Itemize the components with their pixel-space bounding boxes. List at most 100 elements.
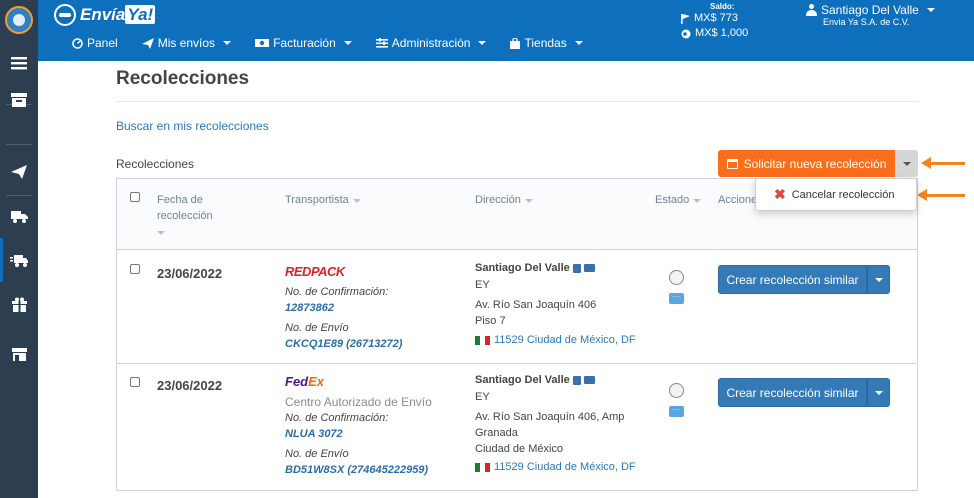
annotation-arrow [917,189,965,201]
chevron-down-icon [874,390,883,395]
row-actions-dropdown-toggle[interactable] [867,378,890,407]
address-city-text: 11529 Ciudad de México, DF [494,461,636,473]
address-line3: Ciudad de México [475,443,564,455]
chevron-down-icon [223,41,232,45]
truck-icon[interactable] [0,201,38,231]
column-carrier-label: Transportista [285,194,349,206]
table-row: 23/06/2022 REDPACK No. de Confirmación: … [117,251,917,364]
address-city: 11529 Ciudad de México, DF [475,461,636,473]
table-row: 23/06/2022 FedEx Centro Autorizado de En… [117,365,917,490]
contact-name: Santiago Del Valle [475,374,595,386]
shopping-bag-icon [510,37,521,49]
address-street: Av. Río San Joaquín 406, Amp [475,411,625,423]
gift-icon[interactable] [0,289,38,319]
menu-icon[interactable] [0,48,38,78]
clock-icon [669,270,684,285]
column-status-label: Estado [655,194,690,206]
confirmation-number[interactable]: NLUA 3072 [285,428,343,440]
column-address[interactable]: Dirección [475,192,533,208]
chevron-down-icon [874,277,883,282]
address-line2: Granada [475,427,518,439]
comment-icon[interactable]: ··· [669,293,684,304]
phone-icon [572,375,581,385]
user-menu[interactable]: Santiago Del Valle Envia Ya S.A. de C.V. [806,3,935,27]
shipment-number[interactable]: BD51W8SX (274645222959) [285,464,428,476]
address-city-text: 11529 Ciudad de México, DF [494,334,636,346]
company-name: EY [475,279,490,291]
chevron-down-icon [343,41,352,45]
mexico-flag-icon [475,462,490,472]
sort-icon [157,231,165,235]
company-name: EY [475,391,490,403]
nav-tiendas[interactable]: Tiendas [510,36,583,50]
balance-panel: Saldo: MX$ 773 MX$ 1,000 [681,3,748,41]
brand-name: Envía [80,5,126,24]
delivery-truck-icon[interactable] [0,245,38,275]
mexico-flag-icon [475,335,490,345]
confirmation-label: No. de Confirmación: [285,286,389,298]
email-icon [583,264,595,272]
balance-secondary: MX$ 1,000 [695,27,749,39]
nav-facturacion[interactable]: Facturación [255,36,352,50]
column-date-line2: recolección [157,210,213,222]
app-logo-icon[interactable] [5,6,33,34]
calendar-icon [726,158,738,169]
column-status[interactable]: Estado [655,192,702,208]
column-carrier[interactable]: Transportista [285,192,361,208]
new-pickup-dropdown-toggle[interactable] [895,150,918,177]
user-company: Envia Ya S.A. de C.V. [823,17,910,27]
pickups-table: Fecha de recolección Transportista Direc… [116,178,918,491]
brand-logo[interactable]: Envía Ya! [54,4,156,26]
nav-administracion[interactable]: Administración [375,36,487,50]
row-checkbox[interactable] [130,264,140,274]
nav-mis-envios-label: Mis envíos [157,36,216,50]
new-pickup-label: Solicitar nueva recolección [743,156,887,171]
create-similar-pickup-button[interactable]: Crear recolección similar [718,265,867,294]
nav-mis-envios[interactable]: Mis envíos [141,36,232,50]
user-name: Santiago Del Valle [821,3,919,17]
create-similar-pickup-button[interactable]: Crear recolección similar [718,378,867,407]
brand-ya: Ya! [125,5,156,24]
main-nav: Panel Mis envíos Facturación Administrac… [72,36,583,50]
shipment-number[interactable]: CKCQ1E89 (26713272) [285,338,402,350]
confirmation-number[interactable]: 12873862 [285,302,334,314]
select-all-checkbox[interactable] [130,192,140,202]
address-city: 11529 Ciudad de México, DF [475,334,636,346]
top-bar: Envía Ya! Panel Mis envíos Facturación Ad… [38,0,974,61]
chevron-down-icon [926,8,935,12]
row-actions-dropdown-toggle[interactable] [867,265,890,294]
row-checkbox[interactable] [130,377,140,387]
carrier-service: Centro Autorizado de Envío [285,395,432,409]
sidebar-divider [6,195,32,196]
new-pickup-button[interactable]: Solicitar nueva recolección [718,150,895,177]
cancel-pickup-menu-item[interactable]: Cancelar recolección [792,189,895,201]
pickup-date: 23/06/2022 [157,378,223,393]
page-title: Recolecciones [116,68,250,89]
sidebar [0,0,38,498]
contact-name: Santiago Del Valle [475,262,595,274]
chevron-down-icon [574,41,583,45]
address-line2: Piso 7 [475,315,506,327]
sort-icon [693,199,702,203]
chevron-down-icon [478,41,487,45]
money-icon [255,39,270,47]
user-icon [806,4,817,16]
nav-panel-label: Panel [87,36,118,50]
column-date-line1: Fecha de [157,194,203,206]
archive-icon[interactable] [0,85,38,115]
annotation-arrow [921,157,965,169]
shipment-label: No. de Envío [285,448,349,460]
address-street: Av. Río San Joaquín 406 [475,299,597,311]
send-icon[interactable] [0,157,38,187]
globe-icon [681,29,691,38]
column-date[interactable]: Fecha de recolección [157,192,213,240]
nav-panel[interactable]: Panel [72,36,118,50]
sidebar-divider [6,144,32,145]
column-address-label: Dirección [475,194,521,206]
store-icon[interactable] [0,339,38,369]
balance-primary: MX$ 773 [694,12,739,24]
chevron-down-icon [902,161,911,166]
flag-icon [681,13,690,24]
comment-icon[interactable]: ··· [669,406,684,417]
search-pickups-link[interactable]: Buscar en mis recolecciones [116,119,269,133]
